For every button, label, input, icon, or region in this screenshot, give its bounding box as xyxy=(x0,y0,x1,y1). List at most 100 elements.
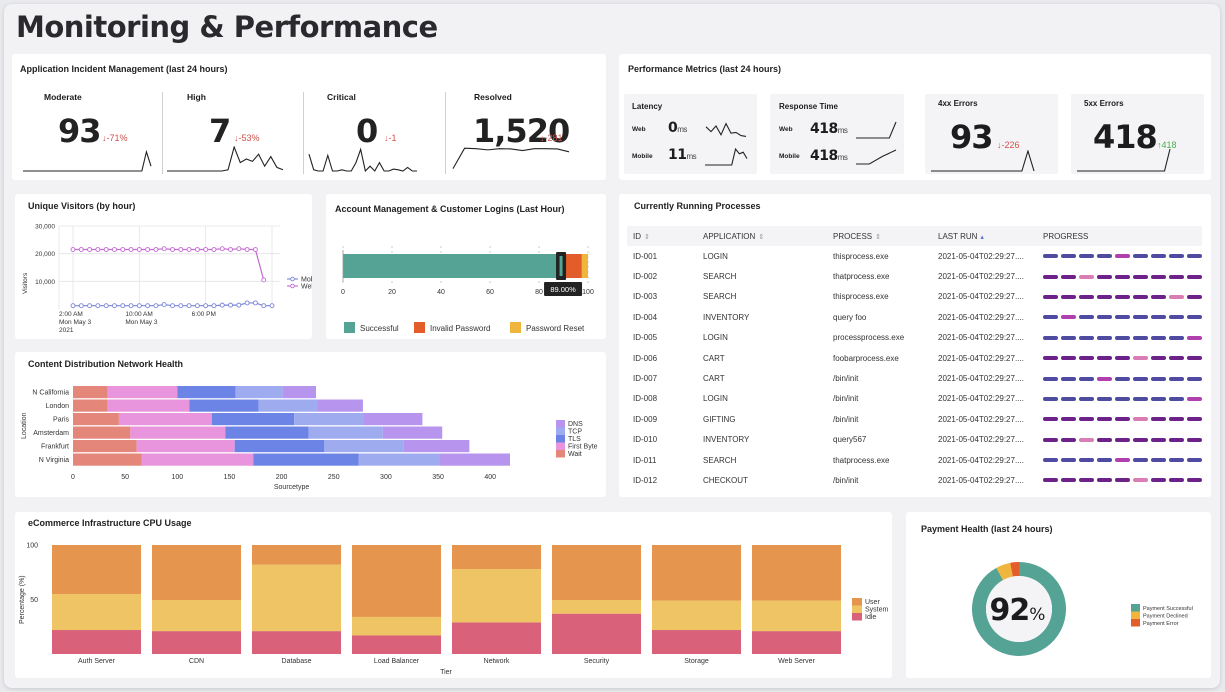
table-row[interactable]: ID-012 CHECKOUT/bin/init 2021-05-04T02:29:… xyxy=(627,470,1202,490)
progress-segment xyxy=(1079,274,1094,279)
legend-label: Idle xyxy=(865,614,876,621)
response-web-sparkline xyxy=(856,121,897,139)
bar-segment-tcp xyxy=(258,399,318,412)
data-point xyxy=(153,247,159,252)
table-row[interactable]: ID-008 LOGIN/bin/init 2021-05-04T02:29:27.… xyxy=(627,389,1202,409)
table-row[interactable]: ID-010 INVENTORY query567 2021-05-04T02:29:… xyxy=(627,430,1202,450)
cdn-health-chart: N California London Paris Amsterdam Frankfur… xyxy=(21,386,598,491)
cell-id: ID-006 xyxy=(633,353,658,363)
progress-segment xyxy=(1097,396,1112,401)
sparkline-path xyxy=(1077,148,1171,172)
legend-label: Password Reset xyxy=(526,324,585,333)
table-row[interactable]: ID-006 CART foobarprocess.exe 2021-05-04T02… xyxy=(627,348,1202,368)
data-point xyxy=(219,302,225,308)
table-row[interactable]: ID-005 LOGIN processprocess.exe 2021-05-04T… xyxy=(627,328,1202,348)
progress-segment xyxy=(1043,458,1058,463)
progress-segment xyxy=(1187,294,1202,299)
cell-progress xyxy=(1037,450,1202,470)
legend-swatch xyxy=(1131,604,1140,612)
table-row[interactable]: ID-004 INVENTORY query foo 2021-05-04T02:29… xyxy=(627,307,1202,327)
latency-web-label: Web xyxy=(632,126,646,133)
sort-ascending-icon[interactable]: ▴ xyxy=(980,234,984,241)
x-tick-label: 0 xyxy=(71,474,75,481)
latency-mobile-label: Mobile xyxy=(632,153,653,160)
data-point xyxy=(252,247,258,252)
bar-segment-wait xyxy=(73,440,137,453)
bar-segment-user xyxy=(52,545,141,595)
x-tick-label: 200 xyxy=(276,474,288,481)
bar-segment-wait xyxy=(73,426,131,439)
data-point xyxy=(244,300,250,306)
progress-segment xyxy=(1187,274,1202,279)
data-point xyxy=(145,303,151,309)
table-row[interactable]: ID-002 SEARCH thatprocess.exe 2021-05-04T02… xyxy=(627,266,1202,286)
progress-segment xyxy=(1133,417,1148,422)
5xx-errors-card: 5xx Errors 418 ↑418 xyxy=(1071,94,1204,174)
progress-segment xyxy=(1187,335,1202,340)
cell-last-run: 2021-05-04T02:29:27.... xyxy=(938,394,1024,404)
sort-icon[interactable]: ⇕ xyxy=(758,234,764,241)
column-header-id[interactable]: ID ⇕ xyxy=(627,226,697,246)
data-point xyxy=(194,247,200,252)
unique-visitors-panel: Unique Visitors (by hour) 30,000 20,000 10… xyxy=(15,194,312,339)
progress-segment xyxy=(1079,396,1094,401)
x-tick-label: 100 xyxy=(171,474,183,481)
data-point xyxy=(211,247,217,252)
bar-segment-idle xyxy=(652,630,741,654)
progress-segment xyxy=(1133,294,1148,299)
progress-segment xyxy=(1169,396,1184,401)
bar-segment-dns xyxy=(317,399,363,412)
column-header-application[interactable]: APPLICATION ⇕ xyxy=(697,226,827,246)
sort-icon[interactable]: ⇕ xyxy=(875,234,881,241)
cell-id: ID-007 xyxy=(633,374,658,384)
page-title: Monitoring & Performance xyxy=(16,10,438,44)
legend-label: Payment Successful xyxy=(1143,606,1193,612)
progress-indicator xyxy=(1043,478,1202,483)
cell-last-run: 2021-05-04T02:29:27.... xyxy=(938,312,1024,322)
bar-segment-system xyxy=(752,600,841,632)
column-header-last-run[interactable]: LAST RUN ▴ xyxy=(932,226,1037,246)
data-point xyxy=(95,247,101,252)
table-row[interactable]: ID-003 SEARCH thisprocess.exe 2021-05-04T02… xyxy=(627,287,1202,307)
latency-web-value: 0ms xyxy=(668,120,687,136)
cell-progress xyxy=(1037,246,1202,266)
cell-process: thatprocess.exe xyxy=(833,455,890,465)
table-row[interactable]: ID-011 SEARCH thatprocess.exe 2021-05-04T02… xyxy=(627,450,1202,470)
bar-segment-tcp xyxy=(294,413,364,426)
data-point xyxy=(70,247,76,252)
cell-process: /bin/init xyxy=(833,394,859,404)
value: 11 xyxy=(668,147,687,163)
cell-application: LOGIN xyxy=(703,394,728,404)
table-row[interactable]: ID-009 GIFTING/bin/init 2021-05-04T02:29:2… xyxy=(627,409,1202,429)
table-row[interactable]: ID-007 CART/bin/init 2021-05-04T02:29:27..… xyxy=(627,368,1202,388)
bar-segment-first-byte xyxy=(118,413,212,426)
sort-icon[interactable]: ⇕ xyxy=(644,234,650,241)
x-tick-label: Database xyxy=(282,658,312,665)
response-web-label: Web xyxy=(779,126,793,133)
cell-application: CART xyxy=(703,374,725,384)
x-tick-label: 60 xyxy=(486,289,494,296)
progress-segment xyxy=(1115,315,1130,320)
latency-card: Latency Web 0ms Mobile 11ms xyxy=(624,94,757,174)
progress-segment xyxy=(1187,376,1202,381)
cell-id: ID-010 xyxy=(633,435,658,445)
cell-process: thatprocess.exe xyxy=(833,272,890,282)
progress-segment xyxy=(1061,274,1076,279)
data-point xyxy=(128,303,134,309)
table-row[interactable]: ID-001 LOGIN thisprocess.exe 2021-05-04T02:… xyxy=(627,246,1202,266)
progress-segment xyxy=(1151,294,1166,299)
progress-segment xyxy=(1115,437,1130,442)
bar-segment-system xyxy=(652,600,741,631)
bar-segment-tcp xyxy=(358,453,440,466)
bar-segment-user xyxy=(552,545,641,601)
column-header-process[interactable]: PROCESS ⇕ xyxy=(827,226,932,246)
bar-segment-wait xyxy=(73,386,108,399)
data-point xyxy=(178,247,184,252)
value: 0 xyxy=(668,120,678,136)
progress-segment xyxy=(1115,417,1130,422)
legend-label: Invalid Password xyxy=(430,324,490,333)
progress-segment xyxy=(1115,478,1130,483)
data-point xyxy=(236,302,242,308)
progress-segment xyxy=(1187,437,1202,442)
progress-segment xyxy=(1043,254,1058,259)
